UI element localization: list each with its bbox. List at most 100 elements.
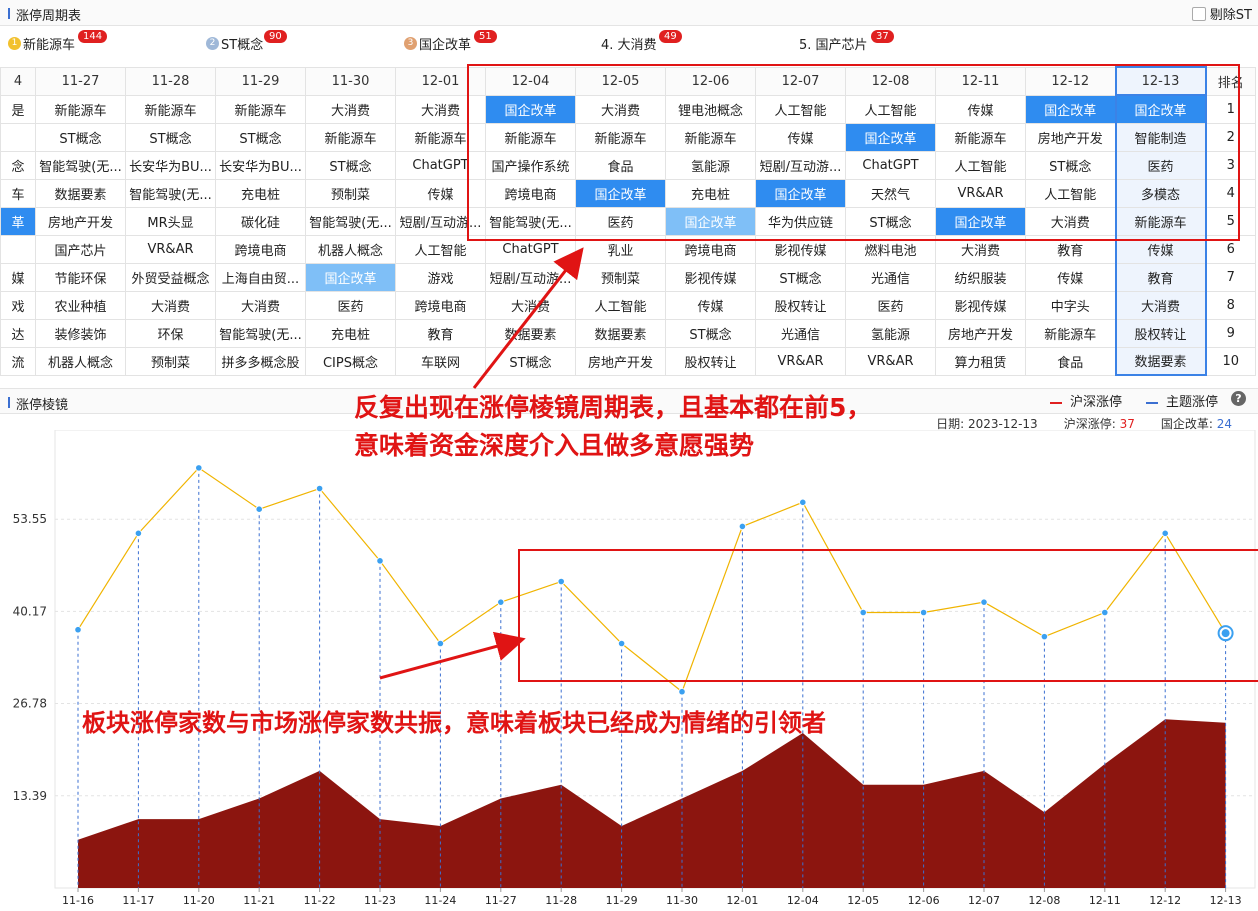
sector-cell[interactable]: 大消费 — [305, 94, 396, 124]
sector-cell[interactable]: 预制菜 — [575, 262, 666, 292]
date-header[interactable]: 11-28 — [125, 66, 216, 96]
sector-cell[interactable]: 光通信 — [755, 318, 846, 348]
help-icon[interactable]: ? — [1231, 391, 1246, 406]
ranking-item-2[interactable]: 2 ST概念 90 — [206, 30, 287, 53]
sector-cell[interactable]: 算力租赁 — [935, 346, 1026, 376]
sector-cell[interactable]: 影视传媒 — [665, 262, 756, 292]
sector-cell[interactable]: CIPS概念 — [305, 346, 396, 376]
sector-cell[interactable]: 上海自由贸... — [215, 262, 306, 292]
sector-cell[interactable]: ST概念 — [35, 122, 126, 152]
sector-cell[interactable]: 纺织服装 — [935, 262, 1026, 292]
sector-cell[interactable]: 长安华为BU... — [125, 150, 216, 180]
date-header[interactable]: 11-30 — [305, 66, 396, 96]
ranking-item-5[interactable]: 5. 国产芯片 37 — [799, 30, 894, 53]
sector-cell[interactable]: 机器人概念 — [35, 346, 126, 376]
sector-cell[interactable]: 光通信 — [845, 262, 936, 292]
legend-market[interactable]: 沪深涨停 — [1049, 391, 1122, 410]
sector-cell[interactable]: 房地产开发 — [35, 206, 126, 236]
sector-cell[interactable]: 医药 — [845, 290, 936, 320]
sector-cell[interactable]: 车联网 — [395, 346, 486, 376]
sector-cell[interactable]: 国企改革 — [305, 262, 396, 292]
sector-cell[interactable]: 数据要素 — [1114, 346, 1207, 376]
sector-cell[interactable]: 跨境电商 — [395, 290, 486, 320]
ranking-item-name: 5. 国产芯片 — [799, 38, 868, 53]
sector-cell[interactable]: VR&AR — [755, 346, 846, 376]
sector-cell[interactable]: ST概念 — [305, 150, 396, 180]
sector-cell[interactable]: 传媒 — [1025, 262, 1116, 292]
sector-cell[interactable]: ST概念 — [485, 346, 576, 376]
sector-cell[interactable]: 智能驾驶(无... — [305, 206, 396, 236]
ranking-item-1[interactable]: 1 新能源车 144 — [8, 30, 108, 53]
sector-cell[interactable]: 影视传媒 — [935, 290, 1026, 320]
y-tick-label: 13.39 — [13, 789, 47, 803]
sector-cell[interactable]: 教育 — [1114, 262, 1207, 292]
sector-cell[interactable]: 传媒 — [665, 290, 756, 320]
row-prefix-cell: 念 — [0, 150, 36, 180]
sector-cell[interactable]: 人工智能 — [575, 290, 666, 320]
sector-cell[interactable]: 外贸受益概念 — [125, 262, 216, 292]
remove-st-checkbox[interactable] — [1191, 6, 1206, 21]
date-header[interactable]: 11-27 — [35, 66, 126, 96]
sector-cell[interactable]: 机器人概念 — [305, 234, 396, 264]
sector-cell[interactable]: 充电桩 — [215, 178, 306, 208]
row-prefix-cell: 车 — [0, 178, 36, 208]
date-header[interactable]: 11-29 — [215, 66, 306, 96]
sector-cell[interactable]: 碳化硅 — [215, 206, 306, 236]
sector-cell[interactable]: ST概念 — [125, 122, 216, 152]
sector-cell[interactable]: 智能驾驶(无... — [125, 178, 216, 208]
x-tick-label: 11-20 — [183, 894, 215, 907]
sector-cell[interactable]: 数据要素 — [35, 178, 126, 208]
sector-cell[interactable]: 大消费 — [215, 290, 306, 320]
sector-cell[interactable]: 房地产开发 — [935, 318, 1026, 348]
sector-cell[interactable]: 环保 — [125, 318, 216, 348]
sector-cell[interactable]: 国产芯片 — [35, 234, 126, 264]
sector-cell[interactable]: 教育 — [395, 318, 486, 348]
x-tick-label: 12-07 — [968, 894, 1000, 907]
sector-cell[interactable]: 短剧/互动游... — [485, 262, 576, 292]
ranking-item-3[interactable]: 3 国企改革 51 — [404, 30, 497, 53]
sector-cell[interactable]: 中字头 — [1025, 290, 1116, 320]
sector-cell[interactable]: ST概念 — [755, 262, 846, 292]
sector-cell[interactable]: 跨境电商 — [215, 234, 306, 264]
ranking-item-name: 国企改革 — [419, 38, 472, 53]
sector-cell[interactable]: 充电桩 — [305, 318, 396, 348]
sector-cell[interactable]: 食品 — [1025, 346, 1116, 376]
sector-cell[interactable]: 股权转让 — [1114, 318, 1207, 348]
sector-cell[interactable]: ST概念 — [215, 122, 306, 152]
sector-cell[interactable]: ST概念 — [665, 318, 756, 348]
ranking-item-name: ST概念 — [221, 38, 264, 53]
sector-cell[interactable]: 装修装饰 — [35, 318, 126, 348]
sector-cell[interactable]: 智能驾驶(无... — [35, 150, 126, 180]
sector-cell[interactable]: 预制菜 — [305, 178, 396, 208]
sector-cell[interactable]: VR&AR — [845, 346, 936, 376]
sector-cell[interactable]: 智能驾驶(无... — [215, 318, 306, 348]
sector-cell[interactable]: MR头显 — [125, 206, 216, 236]
y-tick-label: 26.78 — [13, 697, 47, 711]
sector-cell[interactable]: 大消费 — [1114, 290, 1207, 320]
sector-cell[interactable]: 大消费 — [485, 290, 576, 320]
sector-cell[interactable]: 医药 — [305, 290, 396, 320]
remove-st-filter[interactable]: 剔除ST — [1191, 4, 1252, 23]
sector-cell[interactable]: 股权转让 — [665, 346, 756, 376]
sector-cell[interactable]: VR&AR — [125, 234, 216, 264]
sector-cell[interactable]: 房地产开发 — [575, 346, 666, 376]
sector-cell[interactable]: 新能源车 — [125, 94, 216, 124]
sector-cell[interactable]: 新能源车 — [215, 94, 306, 124]
sector-cell[interactable]: 大消费 — [125, 290, 216, 320]
sector-cell[interactable]: 新能源车 — [305, 122, 396, 152]
sector-cell[interactable]: 游戏 — [395, 262, 486, 292]
legend-theme[interactable]: 主题涨停 — [1145, 391, 1218, 410]
annotation-bottom-line: 板块涨停家数与市场涨停家数共振，意味着板块已经成为情绪的引领者 — [82, 709, 826, 737]
sector-cell[interactable]: 农业种植 — [35, 290, 126, 320]
sector-cell[interactable]: 新能源车 — [1025, 318, 1116, 348]
sector-cell[interactable]: 数据要素 — [485, 318, 576, 348]
ranking-item-4[interactable]: 4. 大消费 49 — [601, 30, 682, 53]
sector-cell[interactable]: 节能环保 — [35, 262, 126, 292]
sector-cell[interactable]: 拼多多概念股 — [215, 346, 306, 376]
sector-cell[interactable]: 预制菜 — [125, 346, 216, 376]
sector-cell[interactable]: 长安华为BU... — [215, 150, 306, 180]
sector-cell[interactable]: 股权转让 — [755, 290, 846, 320]
sector-cell[interactable]: 数据要素 — [575, 318, 666, 348]
sector-cell[interactable]: 新能源车 — [35, 94, 126, 124]
sector-cell[interactable]: 氢能源 — [845, 318, 936, 348]
